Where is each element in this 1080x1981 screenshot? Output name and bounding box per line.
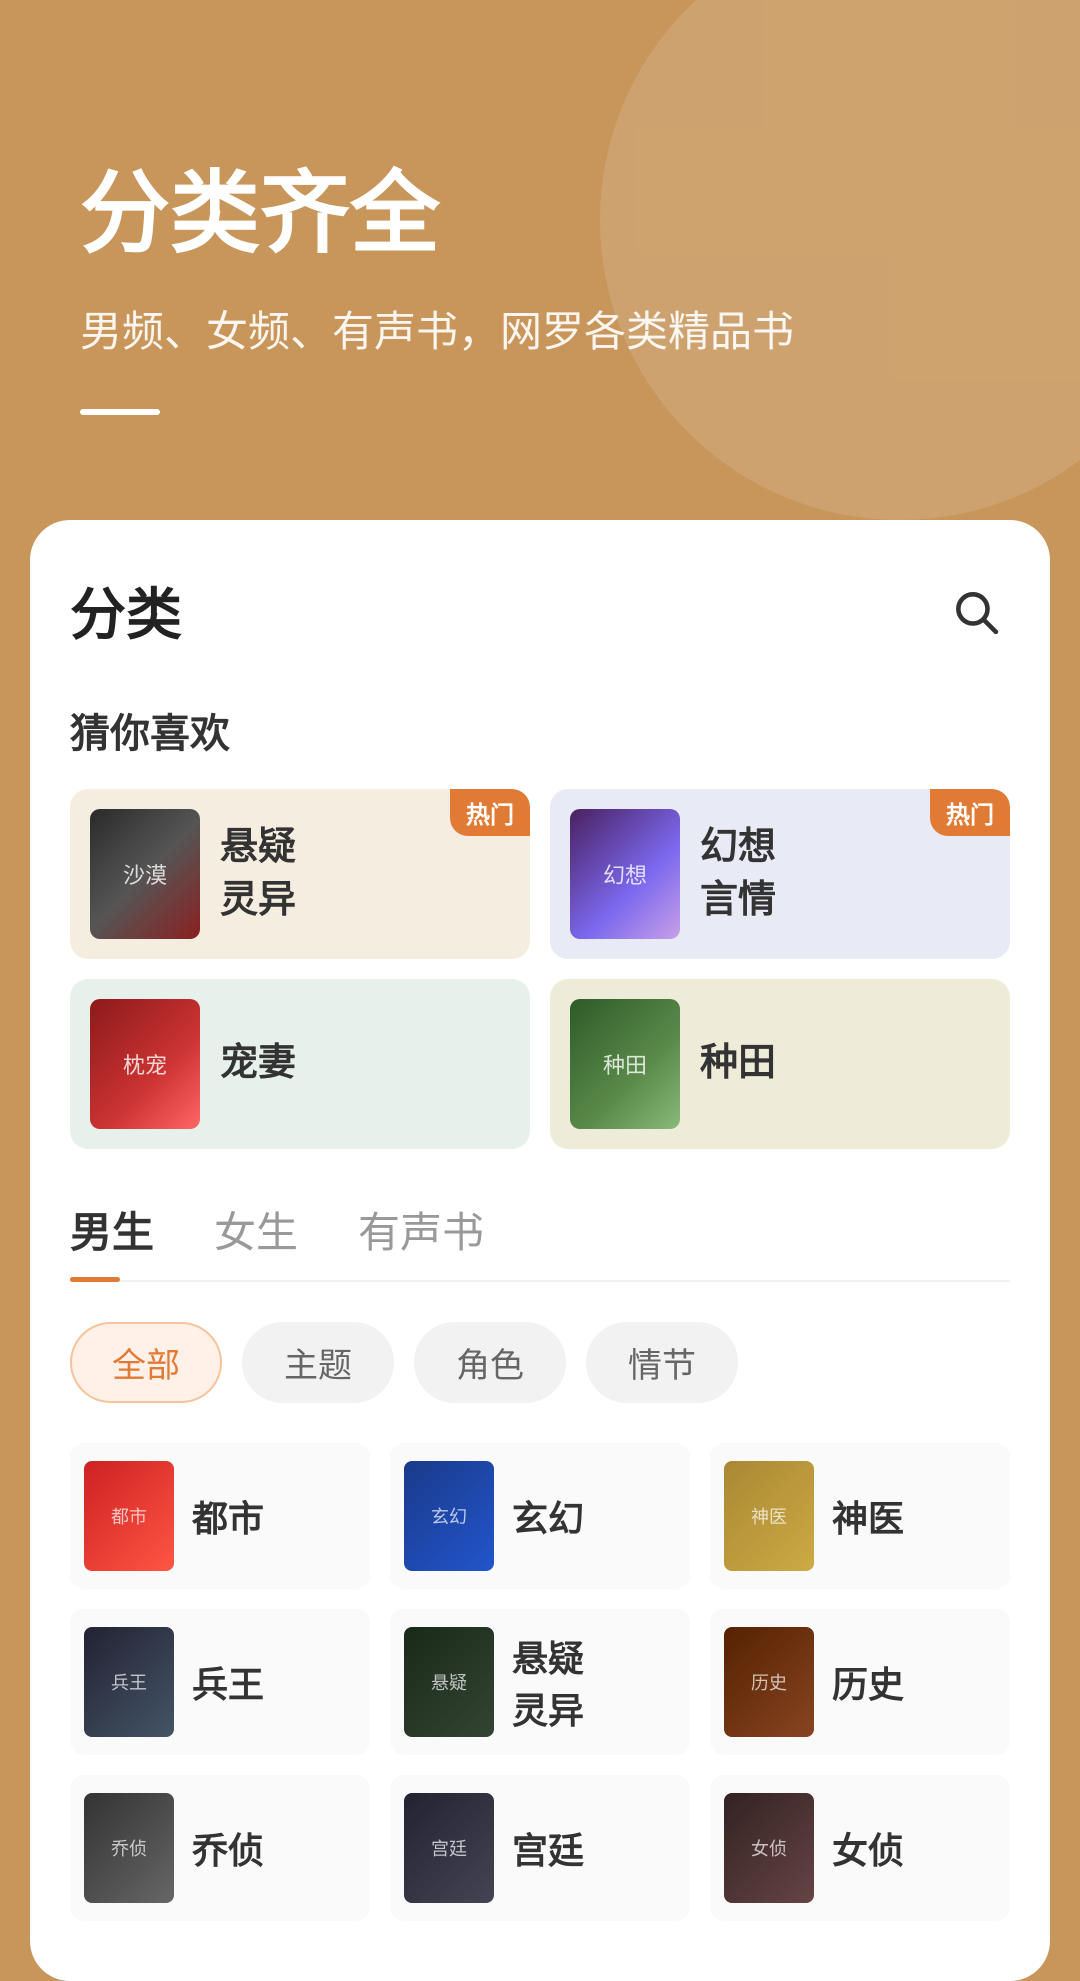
cat-label-xuanhuan: 玄幻: [512, 1490, 584, 1542]
tab-female[interactable]: 女生: [214, 1199, 298, 1280]
guess-card-farming[interactable]: 种田 种田: [550, 979, 1010, 1149]
hero-divider: [80, 409, 160, 415]
cat-label-xuanyi: 悬疑灵异: [512, 1630, 584, 1734]
guess-grid: 热门 沙漠 悬疑灵异 热门 幻想 幻想言情 枕宠: [70, 789, 1010, 1149]
category-row3b[interactable]: 宫廷 宫廷: [390, 1775, 690, 1921]
cat-label-row3b: 宫廷: [512, 1822, 584, 1874]
filter-plot[interactable]: 情节: [586, 1322, 738, 1403]
tab-audio[interactable]: 有声书: [358, 1199, 484, 1280]
cat-label-row3c: 女侦: [832, 1822, 904, 1874]
hot-badge-fantasy: 热门: [930, 789, 1010, 836]
cat-cover-row3a: 乔侦: [84, 1793, 174, 1903]
cat-cover-lishi: 历史: [724, 1627, 814, 1737]
card-title: 分类: [70, 570, 182, 651]
cat-label-bingwang: 兵王: [192, 1656, 264, 1708]
guess-card-mystery[interactable]: 热门 沙漠 悬疑灵异: [70, 789, 530, 959]
cat-cover-row3c: 女侦: [724, 1793, 814, 1903]
cat-cover-shenyi: 神医: [724, 1461, 814, 1571]
book-cover-farming: 种田: [570, 999, 680, 1129]
hot-badge-mystery: 热门: [450, 789, 530, 836]
hero-section: 分类齐全 男频、女频、有声书，网罗各类精品书: [0, 0, 1080, 520]
card-header: 分类: [70, 570, 1010, 651]
cat-cover-xuanyi: 悬疑: [404, 1627, 494, 1737]
tab-bar: 男生 女生 有声书: [70, 1199, 1010, 1282]
cat-cover-xuanhuan: 玄幻: [404, 1461, 494, 1571]
filter-bar: 全部 主题 角色 情节: [70, 1322, 1010, 1403]
cat-cover-dushi: 都市: [84, 1461, 174, 1571]
search-button[interactable]: [940, 576, 1010, 646]
book-cover-spoil: 枕宠: [90, 999, 200, 1129]
book-cover-fantasy: 幻想: [570, 809, 680, 939]
main-card: 分类 猜你喜欢 热门 沙漠 悬疑灵异 热门 幻想: [30, 520, 1050, 1981]
guess-card-spoil[interactable]: 枕宠 宠妻: [70, 979, 530, 1149]
category-dushi[interactable]: 都市 都市: [70, 1443, 370, 1589]
category-row3a[interactable]: 乔侦 乔侦: [70, 1775, 370, 1921]
category-bingwang[interactable]: 兵王 兵王: [70, 1609, 370, 1755]
guess-label-fantasy: 幻想言情: [700, 821, 776, 927]
cat-label-shenyi: 神医: [832, 1490, 904, 1542]
guess-card-fantasy[interactable]: 热门 幻想 幻想言情: [550, 789, 1010, 959]
category-shenyi[interactable]: 神医 神医: [710, 1443, 1010, 1589]
category-row3c[interactable]: 女侦 女侦: [710, 1775, 1010, 1921]
filter-role[interactable]: 角色: [414, 1322, 566, 1403]
filter-theme[interactable]: 主题: [242, 1322, 394, 1403]
cat-cover-bingwang: 兵王: [84, 1627, 174, 1737]
guess-section-label: 猜你喜欢: [70, 701, 1010, 759]
book-cover-mystery: 沙漠: [90, 809, 200, 939]
hero-circle-decoration: [600, 0, 1080, 520]
category-xuanyi[interactable]: 悬疑 悬疑灵异: [390, 1609, 690, 1755]
cat-label-dushi: 都市: [192, 1490, 264, 1542]
guess-label-farming: 种田: [700, 1037, 776, 1090]
cat-label-row3a: 乔侦: [192, 1822, 264, 1874]
filter-all[interactable]: 全部: [70, 1322, 222, 1403]
cat-label-lishi: 历史: [832, 1656, 904, 1708]
category-xuanhuan[interactable]: 玄幻 玄幻: [390, 1443, 690, 1589]
guess-label-mystery: 悬疑灵异: [220, 821, 296, 927]
tab-male[interactable]: 男生: [70, 1199, 154, 1280]
guess-label-spoil: 宠妻: [220, 1037, 296, 1090]
category-lishi[interactable]: 历史 历史: [710, 1609, 1010, 1755]
cat-cover-row3b: 宫廷: [404, 1793, 494, 1903]
category-grid: 都市 都市 玄幻 玄幻 神医 神医: [70, 1443, 1010, 1921]
